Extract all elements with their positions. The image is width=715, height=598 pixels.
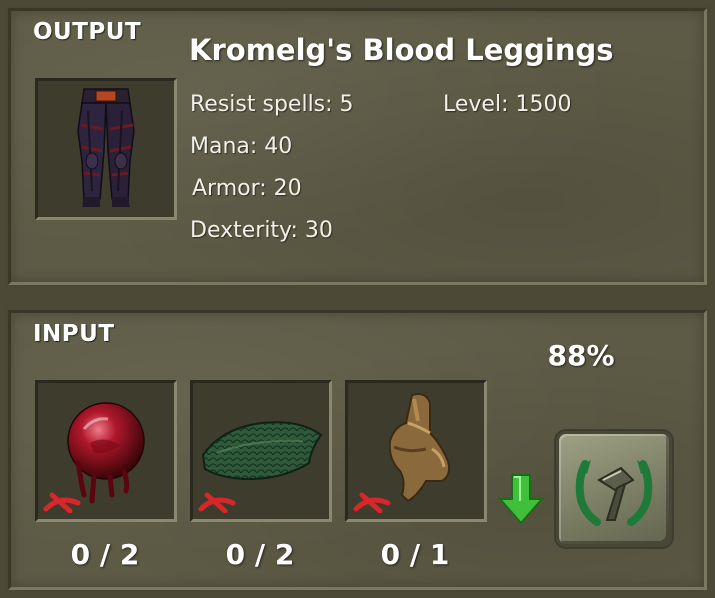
- ingredient-slot-2[interactable]: [190, 380, 332, 522]
- stat-resist-spells: Resist spells: 5: [190, 92, 354, 117]
- missing-x-icon: [42, 489, 82, 517]
- output-panel: OUTPUT Kromelg's Blood Leggings Resist s…: [8, 8, 707, 285]
- stat-level: Level: 1500: [443, 92, 572, 117]
- ingredient-slot-1[interactable]: [35, 380, 177, 522]
- hammer-icon: [559, 460, 669, 548]
- input-label: INPUT: [33, 321, 115, 347]
- success-chance: 88%: [547, 339, 615, 372]
- ingredient-count-2: 0 / 2: [225, 538, 295, 571]
- down-arrow-icon: [497, 473, 545, 529]
- ingredient-count-3: 0 / 1: [380, 538, 450, 571]
- craft-button[interactable]: [556, 431, 672, 547]
- missing-x-icon: [352, 489, 392, 517]
- output-label: OUTPUT: [33, 19, 142, 45]
- leggings-icon: [38, 88, 174, 221]
- input-panel: INPUT 88% 0 / 2 0 / 2 0 / 1: [8, 310, 707, 590]
- ingredient-slot-3[interactable]: [345, 380, 487, 522]
- missing-x-icon: [197, 489, 237, 517]
- stat-armor: Armor: 20: [192, 176, 302, 201]
- ingredient-count-1: 0 / 2: [70, 538, 140, 571]
- output-item-slot[interactable]: [35, 78, 177, 220]
- stat-mana: Mana: 40: [190, 134, 293, 159]
- stat-dexterity: Dexterity: 30: [190, 218, 333, 243]
- item-name: Kromelg's Blood Leggings: [189, 33, 614, 67]
